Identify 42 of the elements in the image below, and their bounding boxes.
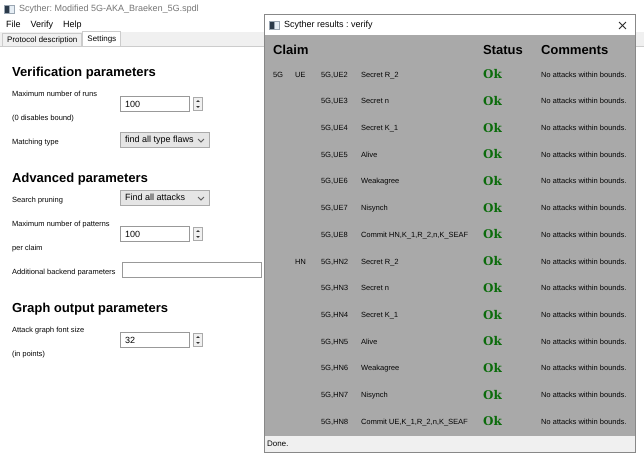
spin-buttons[interactable]: [193, 227, 203, 241]
status-cell: Ok: [483, 254, 502, 268]
column-header: Comments: [541, 41, 608, 60]
menu-item[interactable]: Help: [63, 18, 82, 32]
text-field[interactable]: [122, 262, 262, 278]
section-heading: Verification parameters: [12, 64, 156, 80]
status-cell: Ok: [483, 360, 502, 375]
dropdown[interactable]: Find all attacks: [120, 190, 210, 206]
column-header: Claim: [273, 41, 310, 60]
window-title: Scyther: Modified 5G-AKA_Braeken_5G.spdl: [19, 2, 199, 16]
app-icon: [269, 20, 280, 30]
section-heading: Graph output parameters: [12, 300, 168, 316]
close-icon[interactable]: [618, 20, 627, 30]
status-cell: Ok: [483, 174, 502, 188]
status-cell: Ok: [483, 414, 502, 428]
spin-buttons[interactable]: [193, 97, 203, 111]
column-header: Status: [483, 41, 524, 60]
dropdown[interactable]: find all type flaws: [120, 132, 210, 148]
number-field[interactable]: 100: [120, 96, 190, 112]
number-field[interactable]: 32: [120, 332, 190, 348]
app-icon: [4, 4, 15, 14]
status-cell: Ok: [483, 200, 502, 215]
section-heading: Advanced parameters: [12, 170, 148, 186]
status-cell: Ok: [483, 120, 502, 135]
status-cell: Ok: [483, 94, 502, 108]
spin-buttons[interactable]: [193, 333, 203, 347]
menu-item[interactable]: File: [6, 18, 21, 32]
tab[interactable]: Protocol description: [2, 33, 82, 46]
status-cell: Ok: [483, 147, 502, 162]
status-cell: Ok: [483, 227, 502, 242]
menu-item[interactable]: Verify: [30, 18, 54, 32]
status-cell: Ok: [483, 280, 502, 295]
window-title: Scyther results : verify: [284, 18, 373, 32]
tab[interactable]: Settings: [82, 31, 122, 46]
number-field[interactable]: 100: [120, 226, 190, 242]
status-cell: Ok: [483, 334, 502, 348]
chevron-down-icon: [197, 196, 205, 200]
status-cell: Ok: [483, 388, 502, 402]
chevron-down-icon: [197, 138, 205, 142]
status-cell: Ok: [483, 67, 502, 82]
status-text: Done.: [267, 438, 288, 450]
status-cell: Ok: [483, 308, 502, 322]
